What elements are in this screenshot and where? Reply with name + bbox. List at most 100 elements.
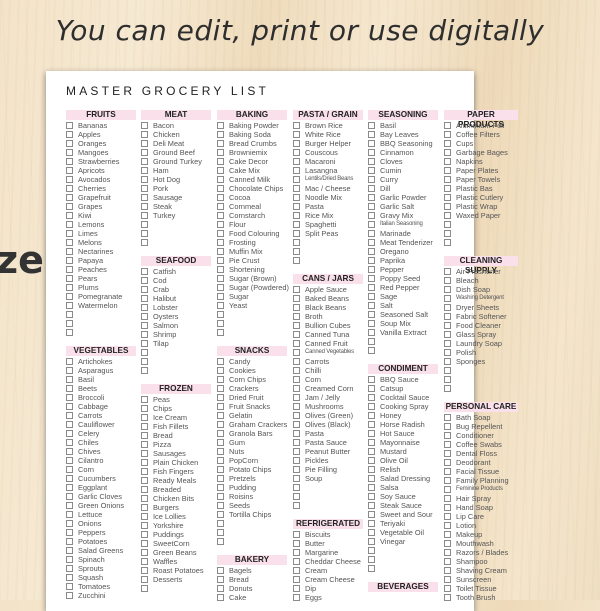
item-label[interactable]: Avocados (78, 175, 110, 184)
checkbox[interactable] (66, 466, 73, 473)
checkbox[interactable] (217, 320, 224, 327)
list-item[interactable]: BBQ Sauce (368, 375, 442, 384)
checkbox[interactable] (141, 504, 148, 511)
list-item[interactable]: Fish Fingers (141, 467, 215, 476)
checkbox[interactable] (444, 522, 451, 529)
item-label[interactable]: Lotion (456, 521, 476, 530)
checkbox[interactable] (444, 450, 451, 457)
checkbox[interactable] (66, 158, 73, 165)
list-item[interactable]: Cake Decor (217, 157, 291, 166)
list-item[interactable]: Salad Greens (66, 546, 140, 555)
list-item[interactable]: Bleach (444, 276, 522, 285)
item-label[interactable]: Makeup (456, 530, 482, 539)
item-label[interactable]: Peaches (78, 265, 107, 274)
list-item[interactable]: Couscous (293, 148, 367, 157)
list-item[interactable]: Oranges (66, 139, 140, 148)
item-label[interactable]: Cake (229, 593, 246, 602)
checkbox[interactable] (444, 441, 451, 448)
list-item[interactable]: Steak Sauce (368, 501, 442, 510)
checkbox[interactable] (444, 459, 451, 466)
checkbox[interactable] (66, 529, 73, 536)
item-label[interactable]: Fish Fingers (153, 467, 194, 476)
list-item[interactable]: Plums (66, 283, 140, 292)
item-label[interactable]: Pie Crust (229, 256, 259, 265)
checkbox[interactable] (293, 367, 300, 374)
item-label[interactable]: Salmon (153, 321, 178, 330)
checkbox[interactable] (444, 567, 451, 574)
item-label[interactable]: Bread (153, 431, 173, 440)
checkbox[interactable] (66, 520, 73, 527)
checkbox[interactable] (293, 248, 300, 255)
list-item[interactable]: Muffin Mix (217, 247, 291, 256)
list-item[interactable]: Ground Turkey (141, 157, 215, 166)
item-label[interactable]: Conditioner (456, 431, 494, 440)
list-item[interactable]: Soy Sauce (368, 492, 442, 501)
list-item[interactable]: Poppy Seed (368, 274, 442, 283)
item-label[interactable]: Deli Meat (153, 139, 184, 148)
list-item[interactable]: Dill (368, 184, 442, 193)
checkbox[interactable] (141, 522, 148, 529)
list-item[interactable]: Razors / Blades (444, 548, 522, 557)
checkbox[interactable] (66, 574, 73, 581)
checkbox[interactable] (444, 167, 451, 174)
item-label[interactable]: Food Colouring (229, 229, 280, 238)
list-item[interactable]: Lettuce (66, 510, 140, 519)
list-item[interactable]: Peas (141, 395, 215, 404)
checkbox[interactable] (217, 230, 224, 237)
item-label[interactable]: Chives (78, 447, 101, 456)
checkbox[interactable] (444, 212, 451, 219)
checkbox[interactable] (217, 248, 224, 255)
list-item[interactable]: Deli Meat (141, 139, 215, 148)
checkbox[interactable] (217, 194, 224, 201)
checkbox[interactable] (141, 313, 148, 320)
list-item[interactable]: Sausage (141, 193, 215, 202)
list-item[interactable]: Pears (66, 274, 140, 283)
item-label[interactable]: Cucumbers (78, 474, 116, 483)
item-label[interactable]: Fish Fillets (153, 422, 188, 431)
checkbox[interactable] (141, 495, 148, 502)
checkbox[interactable] (293, 313, 300, 320)
list-item[interactable]: Baking Soda (217, 130, 291, 139)
checkbox[interactable] (368, 484, 375, 491)
item-label[interactable]: Air Freshener (456, 267, 501, 276)
checkbox[interactable] (368, 502, 375, 509)
item-label[interactable]: Pie Filling (305, 465, 337, 474)
item-label[interactable]: Breaded (153, 485, 181, 494)
list-item[interactable]: Graham Crackers (217, 420, 291, 429)
checkbox[interactable] (368, 158, 375, 165)
checkbox[interactable] (293, 239, 300, 246)
list-item[interactable]: Canned Vegetables (293, 348, 367, 357)
checkbox[interactable] (368, 320, 375, 327)
item-label[interactable]: Vegetable Oil (380, 528, 424, 537)
item-label[interactable]: Cream Cheese (305, 575, 355, 584)
list-item[interactable]: Pie Crust (217, 256, 291, 265)
list-item[interactable]: Bullion Cubes (293, 321, 367, 330)
checkbox[interactable] (368, 430, 375, 437)
item-label[interactable]: Napkins (456, 157, 483, 166)
checkbox[interactable] (444, 531, 451, 538)
item-label[interactable]: Strawberries (78, 157, 119, 166)
list-item[interactable]: Halibut (141, 294, 215, 303)
item-label[interactable]: Garbage Bages (456, 148, 508, 157)
item-label[interactable]: Bagels (229, 566, 252, 575)
item-label[interactable]: Salad Greens (78, 546, 123, 555)
list-item[interactable]: Cake (217, 593, 291, 602)
list-item[interactable]: Italian Seasoning (368, 220, 442, 229)
checkbox[interactable] (444, 423, 451, 430)
checkbox[interactable] (368, 556, 375, 563)
item-label[interactable]: Lobster (153, 303, 178, 312)
checkbox[interactable] (444, 558, 451, 565)
item-label[interactable]: Kiwi (78, 211, 92, 220)
list-item[interactable]: Olives (Black) (293, 420, 367, 429)
list-item[interactable]: Garlic Cloves (66, 492, 140, 501)
list-item[interactable]: Oysters (141, 312, 215, 321)
item-label[interactable]: Cheddar Cheese (305, 557, 361, 566)
list-item[interactable]: Pork (141, 184, 215, 193)
checkbox[interactable] (368, 475, 375, 482)
checkbox[interactable] (293, 502, 300, 509)
checkbox[interactable] (217, 367, 224, 374)
item-label[interactable]: Olive Oil (380, 456, 408, 465)
list-item[interactable]: Burger Helper (293, 139, 367, 148)
list-item[interactable]: Laundry Soap (444, 339, 522, 348)
checkbox[interactable] (217, 329, 224, 336)
